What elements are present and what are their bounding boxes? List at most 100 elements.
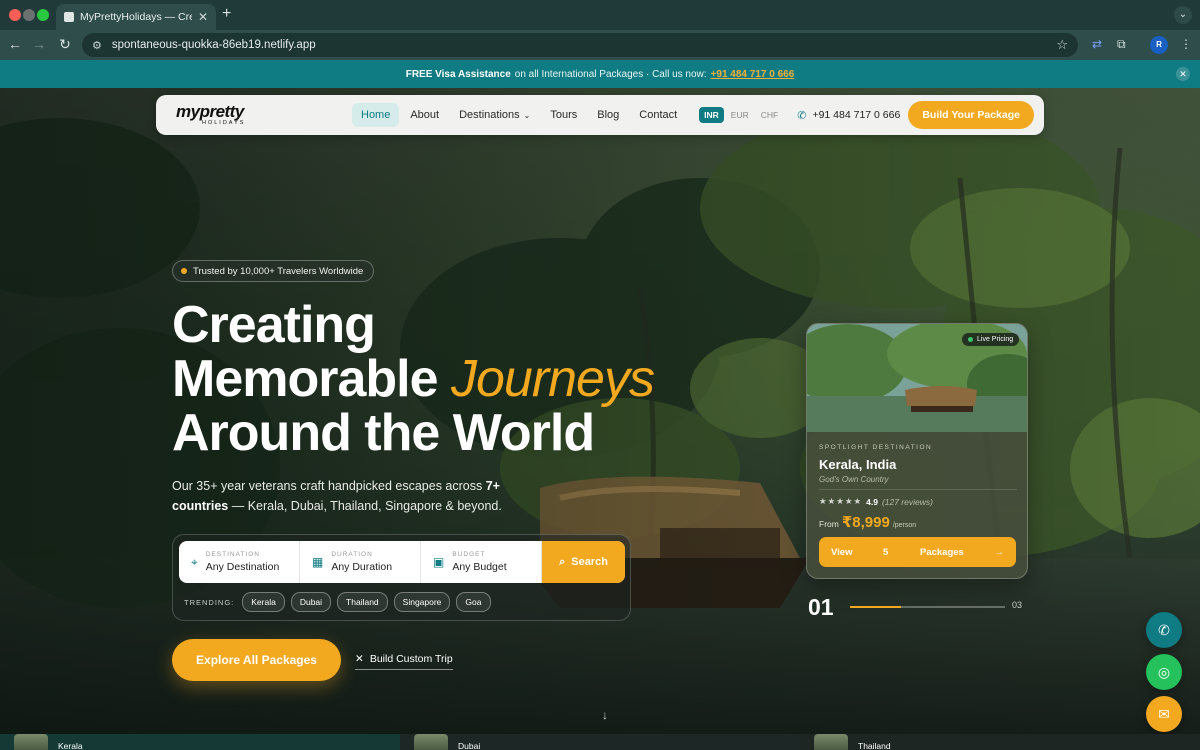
trending-label: TRENDING: bbox=[184, 597, 235, 607]
forward-icon[interactable]: → bbox=[30, 36, 48, 52]
bookmark-star-icon[interactable]: ☆ bbox=[1056, 37, 1068, 53]
live-pricing-text: Live Pricing bbox=[977, 336, 1014, 343]
subcopy-pre: Our 35+ year veterans craft handpicked e… bbox=[172, 479, 483, 493]
maximize-window-icon[interactable] bbox=[37, 9, 49, 21]
rating-value: 4.9 bbox=[866, 496, 878, 507]
destination-select[interactable]: ⌖ DESTINATION Any Destination bbox=[179, 541, 300, 583]
headline-line-2: Memorable Journeys bbox=[172, 350, 655, 408]
trending-chip-goa[interactable]: Goa bbox=[456, 592, 491, 612]
call-button[interactable]: ✆ bbox=[1146, 612, 1182, 648]
slide-current: 01 bbox=[808, 594, 834, 620]
nav-home[interactable]: Home bbox=[352, 103, 400, 127]
star-rating-icon: ★★★★★ bbox=[819, 496, 863, 506]
build-custom-trip-link[interactable]: ✕ Build Custom Trip bbox=[355, 653, 453, 670]
nav-destinations[interactable]: Destinations ⌄ bbox=[450, 103, 539, 127]
announcement-close-icon[interactable]: ✕ bbox=[1176, 67, 1190, 81]
browser-menu-icon[interactable]: ⋮ bbox=[1180, 37, 1192, 51]
headline-accent: Journeys bbox=[450, 350, 655, 408]
logo-main-text: mypretty bbox=[176, 102, 244, 121]
headline-line-3: Around the World bbox=[172, 404, 595, 462]
build-package-button[interactable]: Build Your Package bbox=[908, 101, 1034, 129]
extensions-icon[interactable]: ⧉ bbox=[1117, 37, 1126, 52]
price-amount: ₹8,999 bbox=[841, 514, 890, 531]
browser-tab[interactable]: MyPrettyHolidays — Creating ✕ bbox=[56, 4, 216, 30]
currency-eur[interactable]: EUR bbox=[726, 107, 754, 123]
chevron-down-icon: ⌄ bbox=[523, 111, 531, 120]
currency-inr[interactable]: INR bbox=[699, 107, 724, 123]
logo-sub-text: HOLIDAYS bbox=[202, 120, 246, 126]
back-icon[interactable]: ← bbox=[6, 36, 24, 52]
search-form: ⌖ DESTINATION Any Destination ▦ DURATION… bbox=[179, 541, 625, 583]
nav-contact[interactable]: Contact bbox=[630, 103, 686, 127]
spotlight-price: From ₹8,999 /person bbox=[819, 513, 916, 531]
close-window-icon[interactable] bbox=[9, 9, 21, 21]
spotlight-tagline: God's Own Country bbox=[819, 475, 889, 484]
price-from: From bbox=[819, 519, 839, 529]
profile-avatar[interactable]: R bbox=[1150, 36, 1168, 54]
search-button[interactable]: ⌕ Search bbox=[542, 541, 625, 583]
budget-label: BUDGET bbox=[452, 551, 486, 558]
explore-packages-button[interactable]: Explore All Packages bbox=[172, 639, 341, 681]
search-icon: ⌕ bbox=[559, 555, 566, 568]
trending-row: TRENDING: Kerala Dubai Thailand Singapor… bbox=[184, 592, 491, 612]
slide-progress-track[interactable] bbox=[850, 606, 1005, 608]
whatsapp-button[interactable]: ◎ bbox=[1146, 654, 1182, 690]
destination-value: Any Destination bbox=[205, 561, 280, 573]
address-bar[interactable]: ⚙ spontaneous-quokka-86eb19.netlify.app … bbox=[82, 33, 1078, 57]
site-logo[interactable]: mypretty HOLIDAYS bbox=[176, 102, 276, 128]
announcement-text: on all International Packages · Call us … bbox=[514, 68, 707, 80]
nav-destinations-label: Destinations bbox=[459, 109, 520, 121]
extension-sync-icon[interactable]: ⇄ bbox=[1092, 37, 1102, 51]
site-info-icon[interactable]: ⚙ bbox=[92, 39, 102, 52]
new-tab-icon[interactable]: + bbox=[222, 5, 231, 23]
phone-icon: ✆ bbox=[1158, 621, 1170, 638]
trending-chip-singapore[interactable]: Singapore bbox=[393, 592, 451, 612]
currency-switcher: INR EUR CHF bbox=[699, 107, 783, 123]
browser-toolbar: ← → ↻ ⚙ spontaneous-quokka-86eb19.netlif… bbox=[0, 30, 1200, 60]
phone-icon: ✆ bbox=[797, 109, 807, 122]
live-dot-icon bbox=[968, 337, 973, 342]
trusted-badge-text: Trusted by 10,000+ Travelers Worldwide bbox=[193, 265, 364, 277]
search-panel: ⌖ DESTINATION Any Destination ▦ DURATION… bbox=[172, 534, 631, 621]
strip-item-dubai[interactable]: Dubai bbox=[400, 734, 800, 750]
view-label: View bbox=[831, 546, 853, 558]
destination-label: DESTINATION bbox=[205, 551, 260, 558]
currency-chf[interactable]: CHF bbox=[756, 107, 783, 123]
nav-blog[interactable]: Blog bbox=[588, 103, 628, 127]
strip-label: Thailand bbox=[858, 741, 891, 750]
announcement-bar: FREE Visa Assistance on all Internationa… bbox=[0, 60, 1200, 88]
nav-about[interactable]: About bbox=[401, 103, 448, 127]
slide-progress-fill bbox=[850, 606, 902, 608]
trending-chip-dubai[interactable]: Dubai bbox=[290, 592, 332, 612]
hero-subcopy: Our 35+ year veterans craft handpicked e… bbox=[172, 476, 502, 516]
tab-close-icon[interactable]: ✕ bbox=[198, 10, 208, 24]
email-button[interactable]: ✉ bbox=[1146, 696, 1182, 732]
spotlight-rating: ★★★★★ 4.9 (127 reviews) bbox=[819, 496, 933, 507]
nav-phone-text: +91 484 717 0 666 bbox=[812, 109, 901, 121]
view-packages-button[interactable]: View 5 Packages → bbox=[819, 537, 1016, 567]
strip-item-kerala[interactable]: Kerala bbox=[0, 734, 400, 750]
headline-line-2-text: Memorable bbox=[172, 350, 439, 408]
wallet-icon: ▣ bbox=[433, 555, 445, 569]
budget-select[interactable]: ▣ BUDGET Any Budget bbox=[421, 541, 542, 583]
trending-chip-kerala[interactable]: Kerala bbox=[242, 592, 285, 612]
nav-tours[interactable]: Tours bbox=[541, 103, 586, 127]
review-count: (127 reviews) bbox=[881, 496, 933, 507]
reload-icon[interactable]: ↻ bbox=[56, 36, 74, 53]
site-navbar: mypretty HOLIDAYS Home About Destination… bbox=[156, 95, 1044, 135]
strip-label: Kerala bbox=[58, 741, 83, 750]
nav-phone-link[interactable]: ✆ +91 484 717 0 666 bbox=[797, 109, 900, 122]
strip-item-thailand[interactable]: Thailand bbox=[800, 734, 1200, 750]
badge-dot-icon bbox=[181, 268, 187, 274]
trending-chip-thailand[interactable]: Thailand bbox=[337, 592, 388, 612]
strip-label: Dubai bbox=[458, 741, 481, 750]
arrow-right-icon: → bbox=[994, 546, 1005, 558]
tab-search-icon[interactable]: ⌄ bbox=[1174, 6, 1192, 24]
spotlight-divider bbox=[819, 489, 1017, 490]
scroll-down-icon[interactable]: ↓ bbox=[602, 708, 608, 722]
announcement-phone-link[interactable]: +91 484 717 0 666 bbox=[711, 69, 795, 80]
duration-select[interactable]: ▦ DURATION Any Duration bbox=[300, 541, 421, 583]
minimize-window-icon[interactable] bbox=[23, 9, 35, 21]
announcement-bold: FREE Visa Assistance bbox=[405, 68, 511, 80]
package-count: 5 bbox=[883, 546, 889, 558]
